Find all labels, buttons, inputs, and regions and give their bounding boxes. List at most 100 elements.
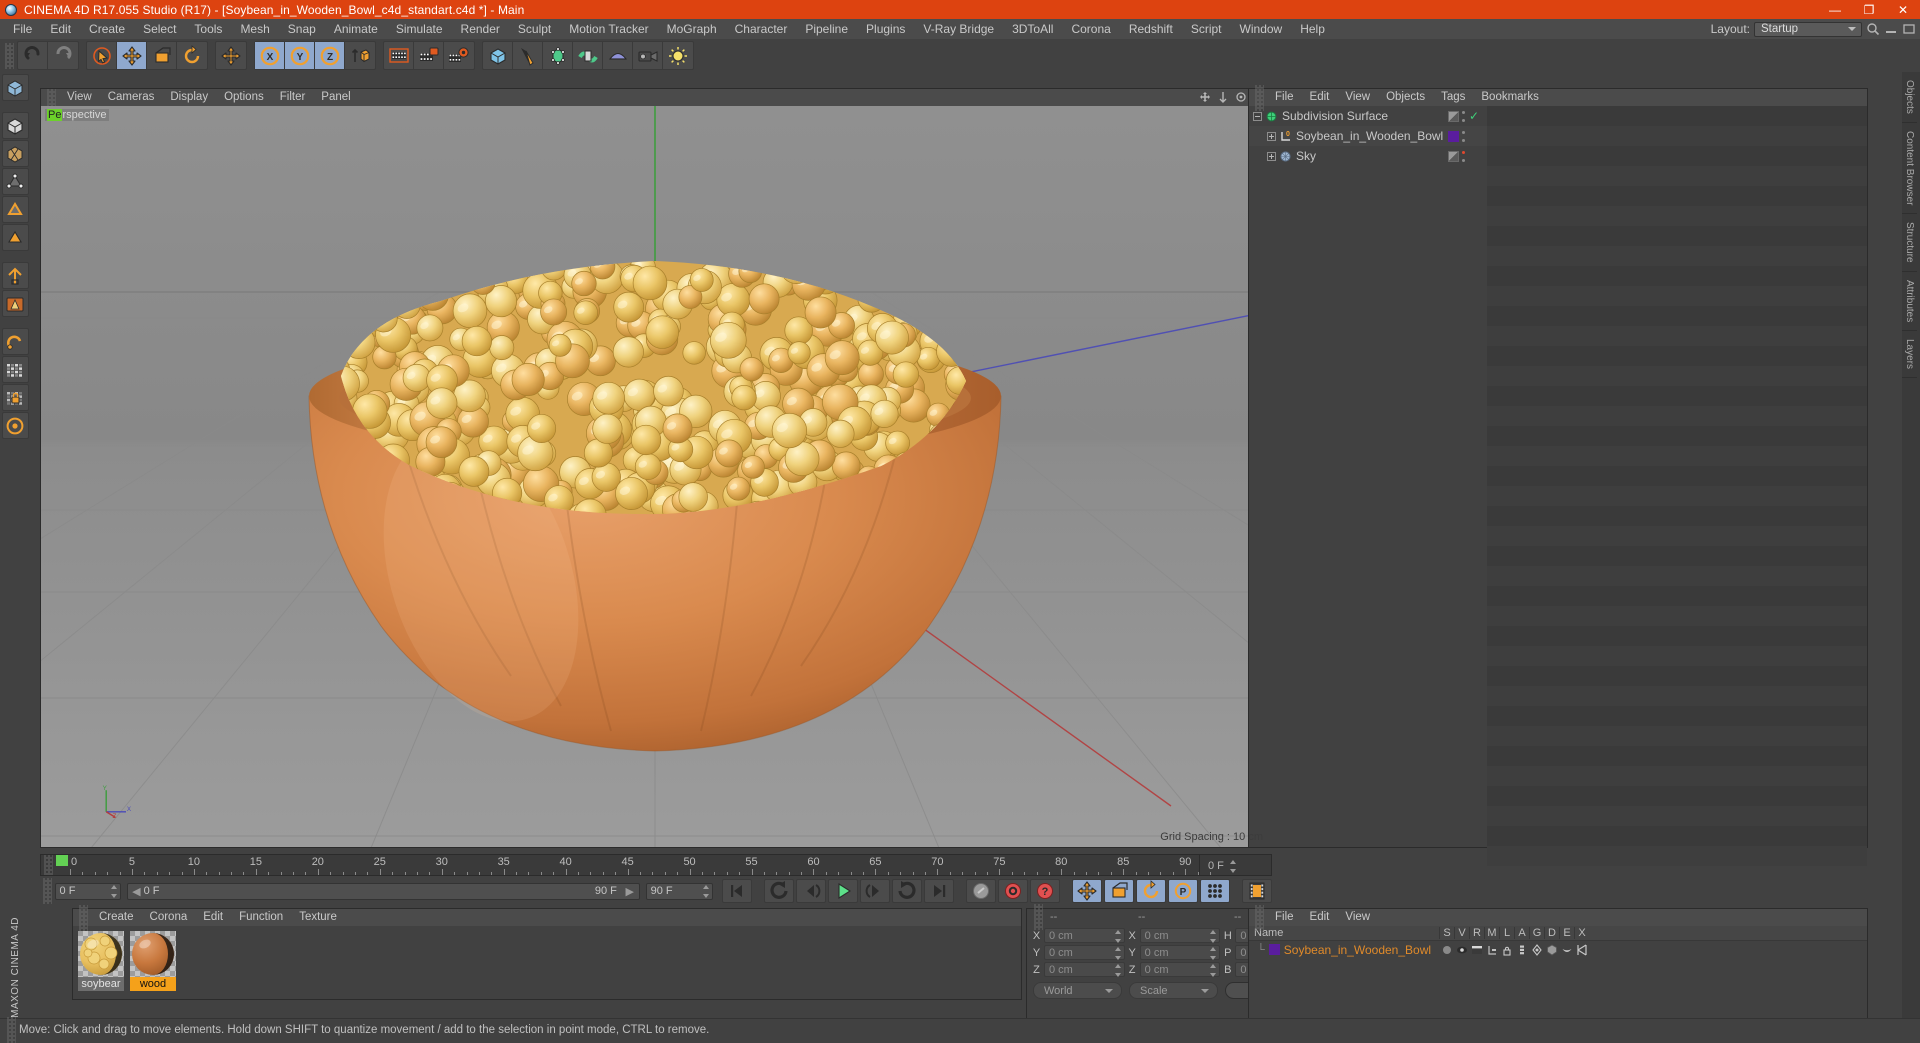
material-preview[interactable] — [78, 931, 124, 977]
deformer-icon[interactable] — [1544, 944, 1559, 956]
play-backwards-button[interactable] — [764, 879, 794, 903]
position-z-input[interactable]: 0 cm — [1044, 962, 1125, 977]
redo-button[interactable] — [48, 42, 78, 69]
environment-button[interactable] — [603, 42, 633, 69]
animation-icon[interactable] — [1514, 944, 1529, 956]
viewport-menu-filter[interactable]: Filter — [272, 89, 314, 106]
expression-icon[interactable] — [1559, 944, 1574, 956]
minimize-button[interactable]: — — [1818, 0, 1852, 19]
axis-modification-tool[interactable] — [2, 262, 29, 289]
total-frames-input[interactable]: 90 F — [646, 883, 713, 900]
menu-motion-tracker[interactable]: Motion Tracker — [560, 19, 657, 39]
texture-mode-tool[interactable] — [2, 140, 29, 167]
close-button[interactable]: ✕ — [1886, 0, 1920, 19]
stepper-icon[interactable] — [1115, 964, 1122, 977]
menu-pipeline[interactable]: Pipeline — [796, 19, 857, 39]
loop-button[interactable] — [892, 879, 922, 903]
material-manager-menu-texture[interactable]: Texture — [291, 909, 345, 926]
material-preview[interactable] — [130, 931, 176, 977]
status-drag-handle[interactable] — [7, 1017, 16, 1043]
layer-column-D[interactable]: D — [1544, 927, 1559, 939]
menu-script[interactable]: Script — [1182, 19, 1231, 39]
viewport-menu-panel[interactable]: Panel — [313, 89, 358, 106]
rotate-view-icon[interactable] — [1235, 91, 1249, 105]
material-manager-drag-handle[interactable] — [79, 905, 88, 931]
generator-icon[interactable] — [1529, 944, 1544, 956]
current-frame-marker[interactable] — [56, 855, 68, 866]
menu-snap[interactable]: Snap — [279, 19, 325, 39]
object-manager-menu-objects[interactable]: Objects — [1378, 89, 1433, 106]
next-frame-button[interactable] — [860, 879, 890, 903]
object-row[interactable]: 0Soybean_in_Wooden_Bowl — [1249, 126, 1445, 146]
maximize-button[interactable]: ❐ — [1852, 0, 1886, 19]
layer-manager-menu-file[interactable]: File — [1267, 909, 1302, 926]
material-item[interactable]: soybear — [78, 931, 124, 991]
visibility-dots-icon[interactable] — [1462, 111, 1466, 122]
size-x-input[interactable]: 0 cm — [1140, 928, 1221, 943]
visible-eye-icon[interactable] — [1454, 944, 1469, 956]
render-to-picture-viewer-button[interactable] — [414, 42, 444, 69]
scale-key-button[interactable] — [1104, 879, 1134, 903]
previous-frame-button[interactable] — [796, 879, 826, 903]
menu-render[interactable]: Render — [452, 19, 509, 39]
layer-column-S[interactable]: S — [1439, 927, 1454, 939]
object-row[interactable]: Sky — [1249, 146, 1445, 166]
live-selection-tool[interactable] — [87, 42, 117, 69]
viewport-canvas[interactable]: Perspective — [41, 106, 1271, 847]
material-manager-menu-function[interactable]: Function — [231, 909, 291, 926]
rotate-tool[interactable] — [177, 42, 207, 69]
layer-manager-drag-handle[interactable] — [1255, 905, 1264, 931]
render-clapper-icon[interactable] — [1469, 944, 1484, 956]
material-list[interactable]: soybearwood — [73, 926, 1021, 991]
object-tree[interactable]: Subdivision Surface0Soybean_in_Wooden_Bo… — [1249, 106, 1445, 847]
viewport-solo-tool[interactable] — [2, 290, 29, 317]
xref-icon[interactable] — [1574, 944, 1589, 956]
viewport-menu-display[interactable]: Display — [162, 89, 216, 106]
rotation-key-button[interactable] — [1136, 879, 1166, 903]
menu-create[interactable]: Create — [80, 19, 134, 39]
keyframe-selection-button[interactable]: ? — [1030, 879, 1060, 903]
menu-v-ray-bridge[interactable]: V-Ray Bridge — [914, 19, 1003, 39]
vertical-tab-layers[interactable]: Layers — [1902, 331, 1917, 378]
menu-help[interactable]: Help — [1291, 19, 1334, 39]
vertical-tab-objects[interactable]: Objects — [1902, 72, 1917, 123]
camera-button[interactable] — [633, 42, 663, 69]
layer-column-A[interactable]: A — [1514, 927, 1529, 939]
render-view-button[interactable] — [384, 42, 414, 69]
menu-select[interactable]: Select — [134, 19, 185, 39]
cube-primitive-button[interactable] — [483, 42, 513, 69]
spline-pen-button[interactable] — [513, 42, 543, 69]
transport-drag-handle[interactable] — [43, 878, 52, 904]
viewport-menu-cameras[interactable]: Cameras — [100, 89, 163, 106]
minimize-layout-icon[interactable] — [1884, 22, 1898, 36]
visibility-dots-icon[interactable] — [1462, 131, 1466, 142]
object-manager-empty-area[interactable] — [1487, 106, 1867, 847]
autokeying-button[interactable] — [998, 879, 1028, 903]
timeline-ruler[interactable]: 051015202530354045505560657075808590 — [56, 855, 1199, 876]
timeline-toggle-button[interactable] — [1242, 879, 1272, 903]
object-manager-menu-edit[interactable]: Edit — [1302, 89, 1338, 106]
point-level-animation-button[interactable] — [1200, 879, 1230, 903]
layer-column-E[interactable]: E — [1559, 927, 1574, 939]
lock-x-axis-button[interactable]: X — [255, 42, 285, 69]
enable-snap-tool[interactable] — [2, 328, 29, 355]
position-x-input[interactable]: 0 cm — [1044, 928, 1125, 943]
timeline-drag-handle[interactable] — [44, 855, 53, 876]
go-to-end-button[interactable] — [924, 879, 954, 903]
move-view-icon[interactable] — [1199, 91, 1213, 105]
points-mode-tool[interactable] — [2, 168, 29, 195]
menu-3dtoall[interactable]: 3DToAll — [1003, 19, 1062, 39]
size-y-input[interactable]: 0 cm — [1140, 945, 1221, 960]
object-tag-row[interactable] — [1445, 126, 1487, 146]
stepper-icon[interactable] — [1210, 930, 1217, 943]
layer-column-G[interactable]: G — [1529, 927, 1544, 939]
menu-simulate[interactable]: Simulate — [387, 19, 452, 39]
polygons-mode-tool[interactable] — [2, 224, 29, 251]
position-y-input[interactable]: 0 cm — [1044, 945, 1125, 960]
size-z-input[interactable]: 0 cm — [1140, 962, 1221, 977]
layer-manager-menu-edit[interactable]: Edit — [1302, 909, 1338, 926]
visibility-dots-icon[interactable] — [1462, 151, 1466, 162]
layer-column-V[interactable]: V — [1454, 927, 1469, 939]
light-button[interactable] — [663, 42, 693, 69]
range-left-arrow-icon[interactable]: ◀ — [132, 885, 140, 898]
